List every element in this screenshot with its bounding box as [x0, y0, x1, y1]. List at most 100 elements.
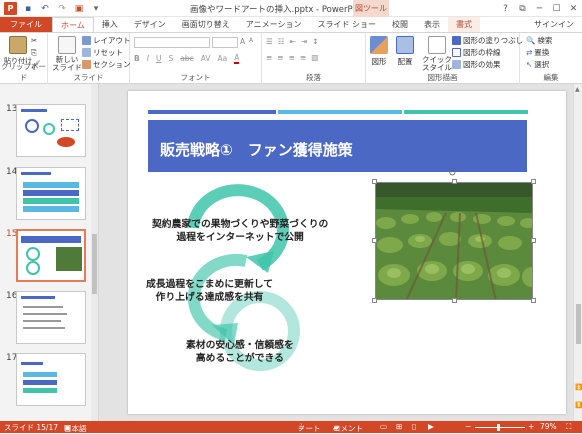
redo-icon[interactable]: ↷	[56, 3, 68, 15]
tab-review[interactable]: 校閲	[384, 17, 416, 32]
customize-qat-icon[interactable]: ▾	[90, 3, 102, 15]
scrollbar-thumb[interactable]	[92, 234, 97, 294]
quick-styles-button[interactable]: クイック スタイル	[422, 36, 452, 72]
line-spacing-icon[interactable]: ↕	[312, 37, 318, 46]
bold-button[interactable]: B	[134, 54, 140, 63]
tab-slideshow[interactable]: スライド ショー	[309, 17, 384, 32]
tab-transitions[interactable]: 画面切り替え	[174, 17, 238, 32]
tab-view[interactable]: 表示	[416, 17, 448, 32]
bullets-icon[interactable]: ☰	[266, 37, 273, 46]
resize-handle[interactable]	[452, 179, 457, 184]
cycle-text-2[interactable]: 成長過程をこまめに更新して 作り上げる達成感を共有	[146, 278, 273, 304]
font-size-combo[interactable]	[212, 37, 238, 48]
thumbnail-scrollbar[interactable]	[91, 84, 98, 421]
new-slide-button[interactable]: 新しい スライド	[52, 36, 82, 72]
shape-fill-button[interactable]: 図形の塗りつぶし	[452, 35, 523, 46]
resize-handle[interactable]	[531, 179, 536, 184]
italic-button[interactable]: I	[147, 54, 149, 63]
tab-format[interactable]: 書式	[448, 17, 480, 32]
resize-handle[interactable]	[452, 298, 457, 303]
spacing-button[interactable]: AV	[201, 54, 211, 63]
tab-file[interactable]: ファイル	[0, 17, 52, 32]
layout-button[interactable]: レイアウト	[82, 35, 131, 46]
layout-icon	[82, 36, 91, 45]
save-icon[interactable]: ▪	[22, 3, 34, 15]
zoom-level[interactable]: 79%	[540, 422, 557, 431]
slides-group: 新しい スライド レイアウト リセット セクション スライド	[48, 33, 131, 84]
help-button[interactable]: ?	[497, 0, 514, 17]
font-color-button[interactable]: A	[234, 53, 240, 64]
arrange-button[interactable]: 配置	[396, 36, 414, 67]
prev-slide-icon[interactable]: ⏫	[575, 384, 582, 391]
scroll-up-icon[interactable]: ▲	[575, 86, 580, 93]
slide-thumbnail[interactable]	[16, 353, 86, 406]
align-left-icon[interactable]: ≡	[266, 53, 272, 62]
signin-link[interactable]: サインイン	[534, 17, 574, 32]
resize-handle[interactable]	[531, 238, 536, 243]
cabbage-field-photo[interactable]	[375, 182, 533, 300]
find-button[interactable]: 🔍 検索	[526, 35, 552, 46]
fit-slide-icon[interactable]: ⛶	[566, 422, 571, 432]
slide-thumbnail-selected[interactable]	[16, 229, 86, 282]
strike-button[interactable]: abc	[180, 54, 193, 63]
align-center-icon[interactable]: ≡	[277, 53, 283, 62]
shadow-button[interactable]: S	[168, 54, 173, 63]
slide-thumbnail[interactable]	[16, 167, 86, 220]
presentation-icon[interactable]: ▣	[73, 3, 85, 15]
tab-design[interactable]: デザイン	[126, 17, 174, 32]
slide-sorter-icon[interactable]: ⊞	[396, 422, 402, 431]
slideshow-view-icon[interactable]: ▶	[428, 422, 434, 431]
shapes-button[interactable]: 図形	[370, 36, 388, 67]
select-label: 選択	[534, 60, 550, 69]
undo-icon[interactable]: ↶	[39, 3, 51, 15]
cycle-text-3[interactable]: 素材の安心感・信頼感を 高めることができる	[186, 339, 294, 365]
font-group-label: フォント	[180, 73, 211, 82]
justify-icon[interactable]: ≡	[300, 53, 306, 62]
scrollbar-thumb[interactable]	[576, 304, 581, 344]
resize-handle[interactable]	[372, 238, 377, 243]
resize-handle[interactable]	[372, 179, 377, 184]
case-button[interactable]: Aa	[217, 54, 227, 63]
find-label: 検索	[537, 36, 553, 45]
normal-view-icon[interactable]: ▭	[380, 422, 387, 431]
resize-handle[interactable]	[531, 298, 536, 303]
shape-outline-button[interactable]: 図形の枠線	[452, 47, 501, 58]
font-grow-icon[interactable]: A	[240, 37, 245, 46]
editor-vertical-scrollbar[interactable]: ▲ ⏫ ⏬	[573, 84, 582, 421]
columns-icon[interactable]: ▥	[311, 53, 318, 62]
maximize-button[interactable]: ☐	[548, 0, 565, 17]
zoom-in-icon[interactable]: +	[528, 422, 534, 431]
copy-icon[interactable]: ⎘	[31, 48, 37, 58]
minimize-button[interactable]: ─	[531, 0, 548, 17]
resize-handle[interactable]	[372, 298, 377, 303]
section-button[interactable]: セクション	[82, 59, 131, 70]
rotate-handle-icon[interactable]: ↻	[448, 168, 456, 179]
reset-button[interactable]: リセット	[82, 47, 123, 58]
font-shrink-icon[interactable]: A	[249, 37, 253, 44]
close-button[interactable]: ✕	[565, 0, 582, 17]
slide-thumbnail[interactable]	[16, 291, 86, 344]
replace-button[interactable]: ⇄ 置換	[526, 47, 549, 58]
slide-canvas[interactable]: 販売戦略① ファン獲得施策 契約農家での果物づくりや野菜づくりの 過程をインター…	[128, 91, 566, 414]
numbering-icon[interactable]: ☷	[278, 37, 285, 46]
zoom-out-icon[interactable]: −	[465, 422, 471, 431]
shape-effects-button[interactable]: 図形の効果	[452, 59, 501, 70]
next-slide-icon[interactable]: ⏬	[575, 402, 582, 409]
cut-icon[interactable]: ✂	[31, 36, 37, 45]
ribbon-display-button[interactable]: ⧉	[514, 0, 531, 17]
zoom-slider[interactable]	[475, 427, 525, 428]
tab-home[interactable]: ホーム	[52, 17, 94, 32]
slide-thumbnail[interactable]	[16, 104, 86, 157]
tab-insert[interactable]: 挿入	[94, 17, 126, 32]
indent-decrease-icon[interactable]: ⇤	[289, 37, 295, 46]
slide-title-box[interactable]: 販売戦略① ファン獲得施策	[148, 120, 527, 172]
tab-animations[interactable]: アニメーション	[238, 17, 310, 32]
align-right-icon[interactable]: ≡	[289, 53, 295, 62]
reading-view-icon[interactable]: ▯	[412, 422, 416, 431]
zoom-slider-thumb[interactable]	[497, 424, 500, 431]
select-button[interactable]: ↖ 選択	[526, 59, 549, 70]
indent-increase-icon[interactable]: ⇥	[301, 37, 307, 46]
cycle-text-1[interactable]: 契約農家での果物づくりや野菜づくりの 過程をインターネットで公開	[152, 218, 328, 244]
underline-button[interactable]: U	[156, 54, 162, 63]
font-name-combo[interactable]	[134, 37, 210, 48]
